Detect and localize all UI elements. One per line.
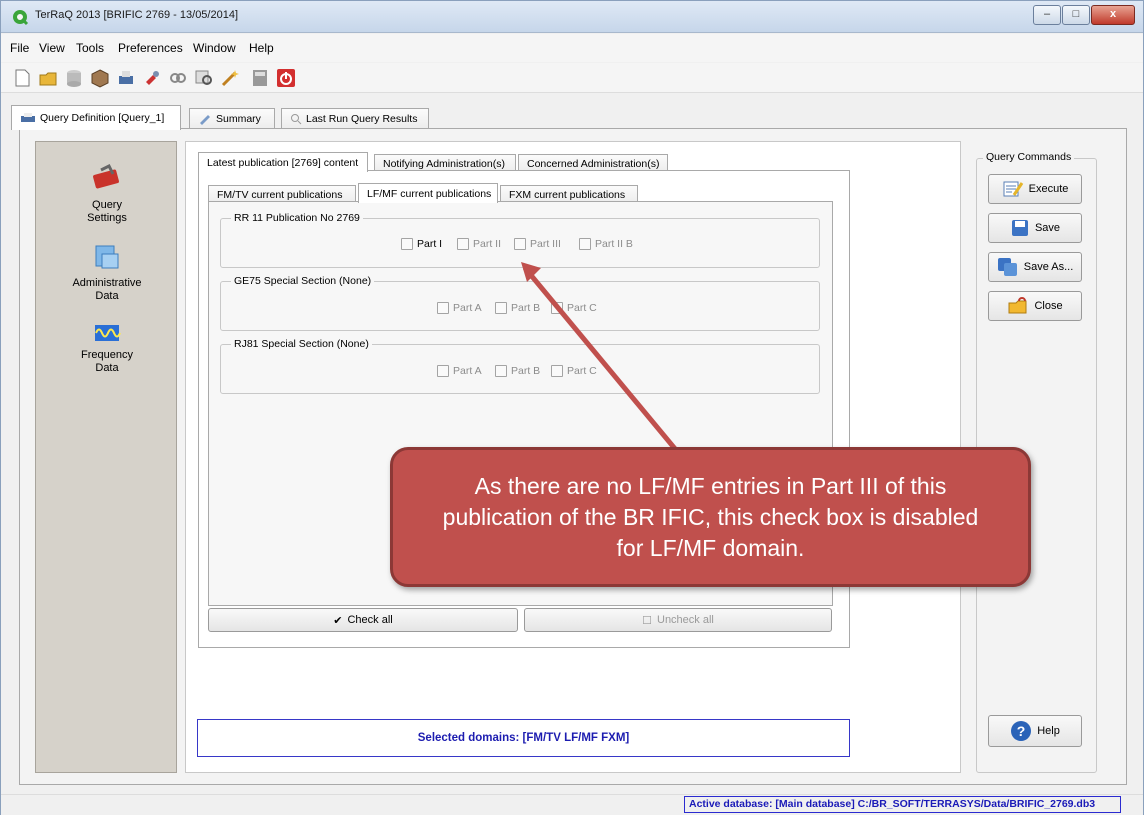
checkbox-part-i[interactable]: Part I — [401, 238, 442, 250]
title-bar: TerRaQ 2013 [BRIFIC 2769 - 13/05/2014] –… — [1, 1, 1143, 33]
save-button[interactable]: Save — [988, 213, 1082, 243]
checkbox-rj81-part-a[interactable]: Part A — [437, 365, 482, 377]
printer-icon — [21, 113, 35, 122]
checkbox-label: Part II B — [595, 238, 633, 250]
menu-preferences[interactable]: Preferences — [118, 41, 183, 55]
sidebar-item-query-settings[interactable]: Query Settings — [36, 158, 178, 225]
admin-data-icon — [95, 245, 119, 269]
sidebar-item-label: Administrative Data — [72, 277, 142, 302]
toolbox-icon — [93, 163, 119, 189]
save-disk-icon — [1011, 220, 1028, 236]
help-label: Help — [1037, 725, 1060, 737]
menu-view[interactable]: View — [39, 41, 65, 55]
frequency-icon — [95, 325, 121, 341]
tab-fxm-label: FXM current publications — [509, 188, 626, 201]
calculator-icon[interactable] — [249, 67, 271, 89]
search-icon[interactable] — [193, 67, 215, 89]
svg-text:?: ? — [1017, 723, 1026, 739]
power-icon[interactable] — [275, 67, 297, 89]
tab-last-run-results-label: Last Run Query Results — [306, 113, 418, 125]
ge75-group-title: GE75 Special Section (None) — [231, 275, 375, 287]
save-as-label: Save As... — [1023, 261, 1074, 273]
save-label: Save — [1034, 222, 1061, 234]
tab-query-definition[interactable]: Query Definition [Query_1] — [11, 105, 181, 130]
tab-summary-label: Summary — [216, 113, 261, 125]
tab-latest-publication-label: Latest publication [2769] content — [207, 156, 359, 169]
checkbox-label: Part A — [453, 365, 482, 377]
toolbar — [1, 63, 1143, 93]
checkbox-part-ii-b[interactable]: Part II B — [579, 238, 633, 250]
tab-last-run-results[interactable]: Last Run Query Results — [281, 108, 429, 129]
menu-bar: File View Tools Preferences Window Help — [1, 34, 1143, 62]
checkbox-part-iii: Part III — [514, 238, 561, 250]
help-icon: ? — [1011, 721, 1032, 741]
app-logo-icon — [13, 10, 29, 26]
close-query-button[interactable]: Close — [988, 291, 1082, 321]
callout-text: As there are no LF/MF entries in Part II… — [442, 472, 979, 561]
uncheck-all-label: Uncheck all — [657, 614, 714, 626]
execute-icon — [1003, 181, 1023, 197]
menu-window[interactable]: Window — [193, 41, 236, 55]
tab-lf-mf-label: LF/MF current publications — [367, 187, 492, 200]
tab-lf-mf-publications[interactable]: LF/MF current publications — [358, 183, 498, 203]
annotation-callout: As there are no LF/MF entries in Part II… — [390, 447, 1031, 587]
tab-latest-publication[interactable]: Latest publication [2769] content — [198, 152, 368, 172]
active-database-indicator: Active database: [Main database] C:/BR_S… — [684, 796, 1121, 813]
save-as-button[interactable]: Save As... — [988, 252, 1082, 282]
app-window: TerRaQ 2013 [BRIFIC 2769 - 13/05/2014] –… — [0, 0, 1144, 815]
package-icon[interactable] — [89, 67, 111, 89]
check-all-label: Check all — [347, 614, 393, 626]
print-icon[interactable] — [115, 67, 137, 89]
tab-summary[interactable]: Summary — [189, 108, 275, 129]
menu-help[interactable]: Help — [249, 41, 274, 55]
left-navigation: Query Settings Administrative Data Frequ… — [35, 141, 177, 773]
sidebar-item-frequency-data[interactable]: Frequency Data — [36, 322, 178, 375]
help-button[interactable]: ? Help — [988, 715, 1082, 747]
wand-icon[interactable] — [219, 67, 241, 89]
tab-concerned-administrations-label: Concerned Administration(s) — [527, 157, 660, 170]
close-window-button[interactable]: x — [1091, 5, 1135, 25]
checkmark-icon: ✔ — [333, 614, 343, 627]
selected-domains-text: Selected domains: [FM/TV LF/MF FXM] — [417, 732, 630, 744]
sidebar-item-label: Query Settings — [87, 199, 127, 224]
check-all-button[interactable]: ✔ Check all — [208, 608, 518, 632]
window-title: TerRaQ 2013 [BRIFIC 2769 - 13/05/2014] — [35, 9, 239, 21]
checkbox-label: Part I — [417, 238, 443, 250]
selected-domains-box: Selected domains: [FM/TV LF/MF FXM] — [197, 719, 850, 757]
checkbox-label: Part III — [530, 238, 561, 250]
execute-button[interactable]: Execute — [988, 174, 1082, 204]
tab-fm-tv-label: FM/TV current publications — [217, 188, 343, 201]
close-label: Close — [1034, 300, 1063, 312]
sidebar-item-label: Frequency Data — [81, 349, 133, 374]
menu-file[interactable]: File — [10, 41, 29, 55]
links-icon[interactable] — [167, 67, 189, 89]
database-icon[interactable] — [63, 67, 85, 89]
search-icon — [291, 114, 302, 125]
checkbox-part-ii[interactable]: Part II — [457, 238, 501, 250]
tab-notifying-administrations-label: Notifying Administration(s) — [383, 157, 505, 170]
empty-checkbox-icon: ☐ — [642, 614, 652, 627]
query-commands-title: Query Commands — [983, 151, 1075, 163]
sidebar-item-administrative-data[interactable]: Administrative Data — [36, 242, 178, 303]
uncheck-all-button: ☐ Uncheck all — [524, 608, 832, 632]
rr11-group-title: RR 11 Publication No 2769 — [231, 212, 363, 224]
maximize-button[interactable]: □ — [1062, 5, 1090, 25]
open-folder-icon[interactable] — [37, 67, 59, 89]
rj81-group-title: RJ81 Special Section (None) — [231, 338, 372, 350]
minimize-button[interactable]: – — [1033, 5, 1061, 25]
execute-label: Execute — [1028, 183, 1069, 195]
annotation-arrow — [521, 262, 678, 452]
tab-query-definition-label: Query Definition [Query_1] — [40, 112, 165, 124]
new-file-icon[interactable] — [11, 67, 33, 89]
active-database-text: Active database: [Main database] C:/BR_S… — [689, 798, 1096, 810]
pencil-icon — [200, 115, 210, 125]
save-as-icon — [997, 258, 1017, 276]
checkbox-label: Part A — [453, 302, 482, 314]
menu-tools[interactable]: Tools — [76, 41, 104, 55]
checkbox-ge75-part-a[interactable]: Part A — [437, 302, 482, 314]
tools-icon[interactable] — [141, 67, 163, 89]
checkbox-label: Part II — [473, 238, 502, 250]
folder-open-icon — [1008, 297, 1027, 314]
